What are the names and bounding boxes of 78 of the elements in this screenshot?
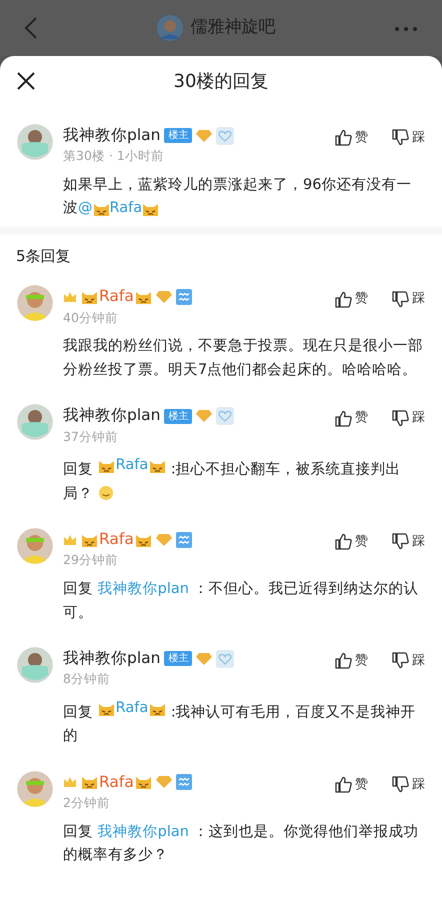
avatar — [17, 528, 53, 564]
post-text: 如果早上，蓝紫玲儿的票涨起来了，96你还有没有一波@ Rafa — [63, 174, 425, 221]
cat-face-icon — [92, 201, 110, 218]
cat-face-icon — [98, 458, 115, 474]
thumbs-down-icon — [392, 129, 409, 146]
like-button[interactable]: 赞 — [335, 289, 368, 309]
reply-text: 回复 我神教你plan ：不但心。我已近得到纳达尔的认可。 — [63, 580, 420, 623]
cat-face-icon — [134, 774, 152, 790]
username[interactable]: 我神教你plan — [63, 647, 160, 670]
thumbs-down-icon — [392, 410, 409, 427]
crown-icon — [63, 534, 77, 546]
like-button[interactable]: 赞 — [335, 651, 368, 671]
close-button[interactable] — [16, 71, 36, 91]
thumbs-up-icon — [335, 533, 352, 550]
username[interactable]: 我神教你plan — [63, 124, 160, 148]
like-button[interactable]: 赞 — [335, 774, 368, 794]
aquarius-icon — [176, 289, 192, 306]
crown-icon — [63, 776, 77, 788]
sheet-title: 30楼的回复 — [174, 70, 268, 94]
dislike-button[interactable]: 踩 — [392, 651, 425, 671]
op-badge: 楼主 — [164, 651, 192, 666]
thumbs-up-icon — [335, 290, 352, 308]
avatar — [17, 285, 53, 322]
dislike-button[interactable]: 踩 — [392, 128, 425, 148]
timestamp: 40分钟前 — [63, 308, 119, 327]
forum-title: 儒雅神旋吧 — [190, 16, 276, 40]
heart-badge-icon — [216, 407, 234, 426]
avatar — [17, 404, 53, 440]
like-button[interactable]: 赞 — [335, 532, 368, 552]
cat-face-icon — [149, 458, 166, 474]
like-button[interactable]: 赞 — [335, 128, 368, 148]
avatar — [17, 647, 53, 684]
aquarius-icon — [176, 532, 192, 548]
timestamp: 29分钟前 — [63, 551, 119, 570]
reply-text: 回复 Rafa :我神认可有毛用，百度又不是我神开的 — [63, 697, 425, 749]
timestamp: 8分钟前 — [63, 670, 111, 688]
reply-text: 我跟我的粉丝们说，不要急于投票。现在只是很小一部分粉丝投了票。明天7点他们都会起床的。哈哈哈哈。 — [63, 336, 424, 380]
reply-text: 回复 Rafa :担心不担心翻车，被系统直接判出局？ — [63, 454, 425, 506]
cat-face-icon — [81, 774, 98, 790]
aquarius-icon — [176, 774, 192, 790]
timestamp: 第30楼 · 1小时前 — [63, 147, 165, 166]
avatar — [17, 770, 53, 807]
gem-icon — [156, 290, 172, 304]
dislike-button[interactable]: 踩 — [392, 774, 425, 794]
thumbs-up-icon — [335, 410, 352, 427]
thumbs-down-icon — [392, 652, 409, 670]
thumbs-up-icon — [335, 776, 352, 794]
gem-icon — [196, 409, 212, 424]
heart-badge-icon — [216, 126, 234, 145]
op-badge: 楼主 — [164, 408, 192, 424]
dislike-button[interactable]: 踩 — [392, 408, 425, 428]
timestamp: 2分钟前 — [63, 794, 111, 812]
username[interactable]: 我神教你plan — [63, 404, 160, 428]
gem-icon — [196, 652, 212, 666]
forum-avatar — [156, 15, 182, 41]
thumbs-down-icon — [392, 533, 409, 550]
back-button[interactable] — [24, 16, 38, 40]
heart-badge-icon — [216, 650, 234, 668]
gem-icon — [156, 775, 172, 790]
dislike-button[interactable]: 踩 — [392, 289, 425, 309]
cat-face-icon — [81, 289, 98, 306]
like-button[interactable]: 赞 — [335, 408, 368, 428]
timestamp: 37分钟前 — [63, 428, 119, 446]
avatar — [17, 124, 53, 160]
thumbs-up-icon — [335, 129, 352, 146]
thumbs-down-icon — [392, 290, 409, 308]
op-badge: 楼主 — [164, 128, 192, 144]
cat-face-icon — [134, 289, 152, 306]
gem-icon — [196, 128, 212, 143]
more-button[interactable] — [394, 24, 418, 32]
gem-icon — [156, 532, 172, 547]
cat-face-icon — [142, 201, 160, 218]
dislike-button[interactable]: 踩 — [392, 532, 425, 552]
thumbs-up-icon — [335, 652, 352, 670]
crown-icon — [63, 291, 77, 304]
reply-text: 回复 我神教你plan ：这到也是。你觉得他们举报成功的概率有多少？ — [63, 822, 420, 866]
reply-count: 5条回复 — [15, 246, 72, 267]
thumbs-down-icon — [392, 776, 409, 794]
